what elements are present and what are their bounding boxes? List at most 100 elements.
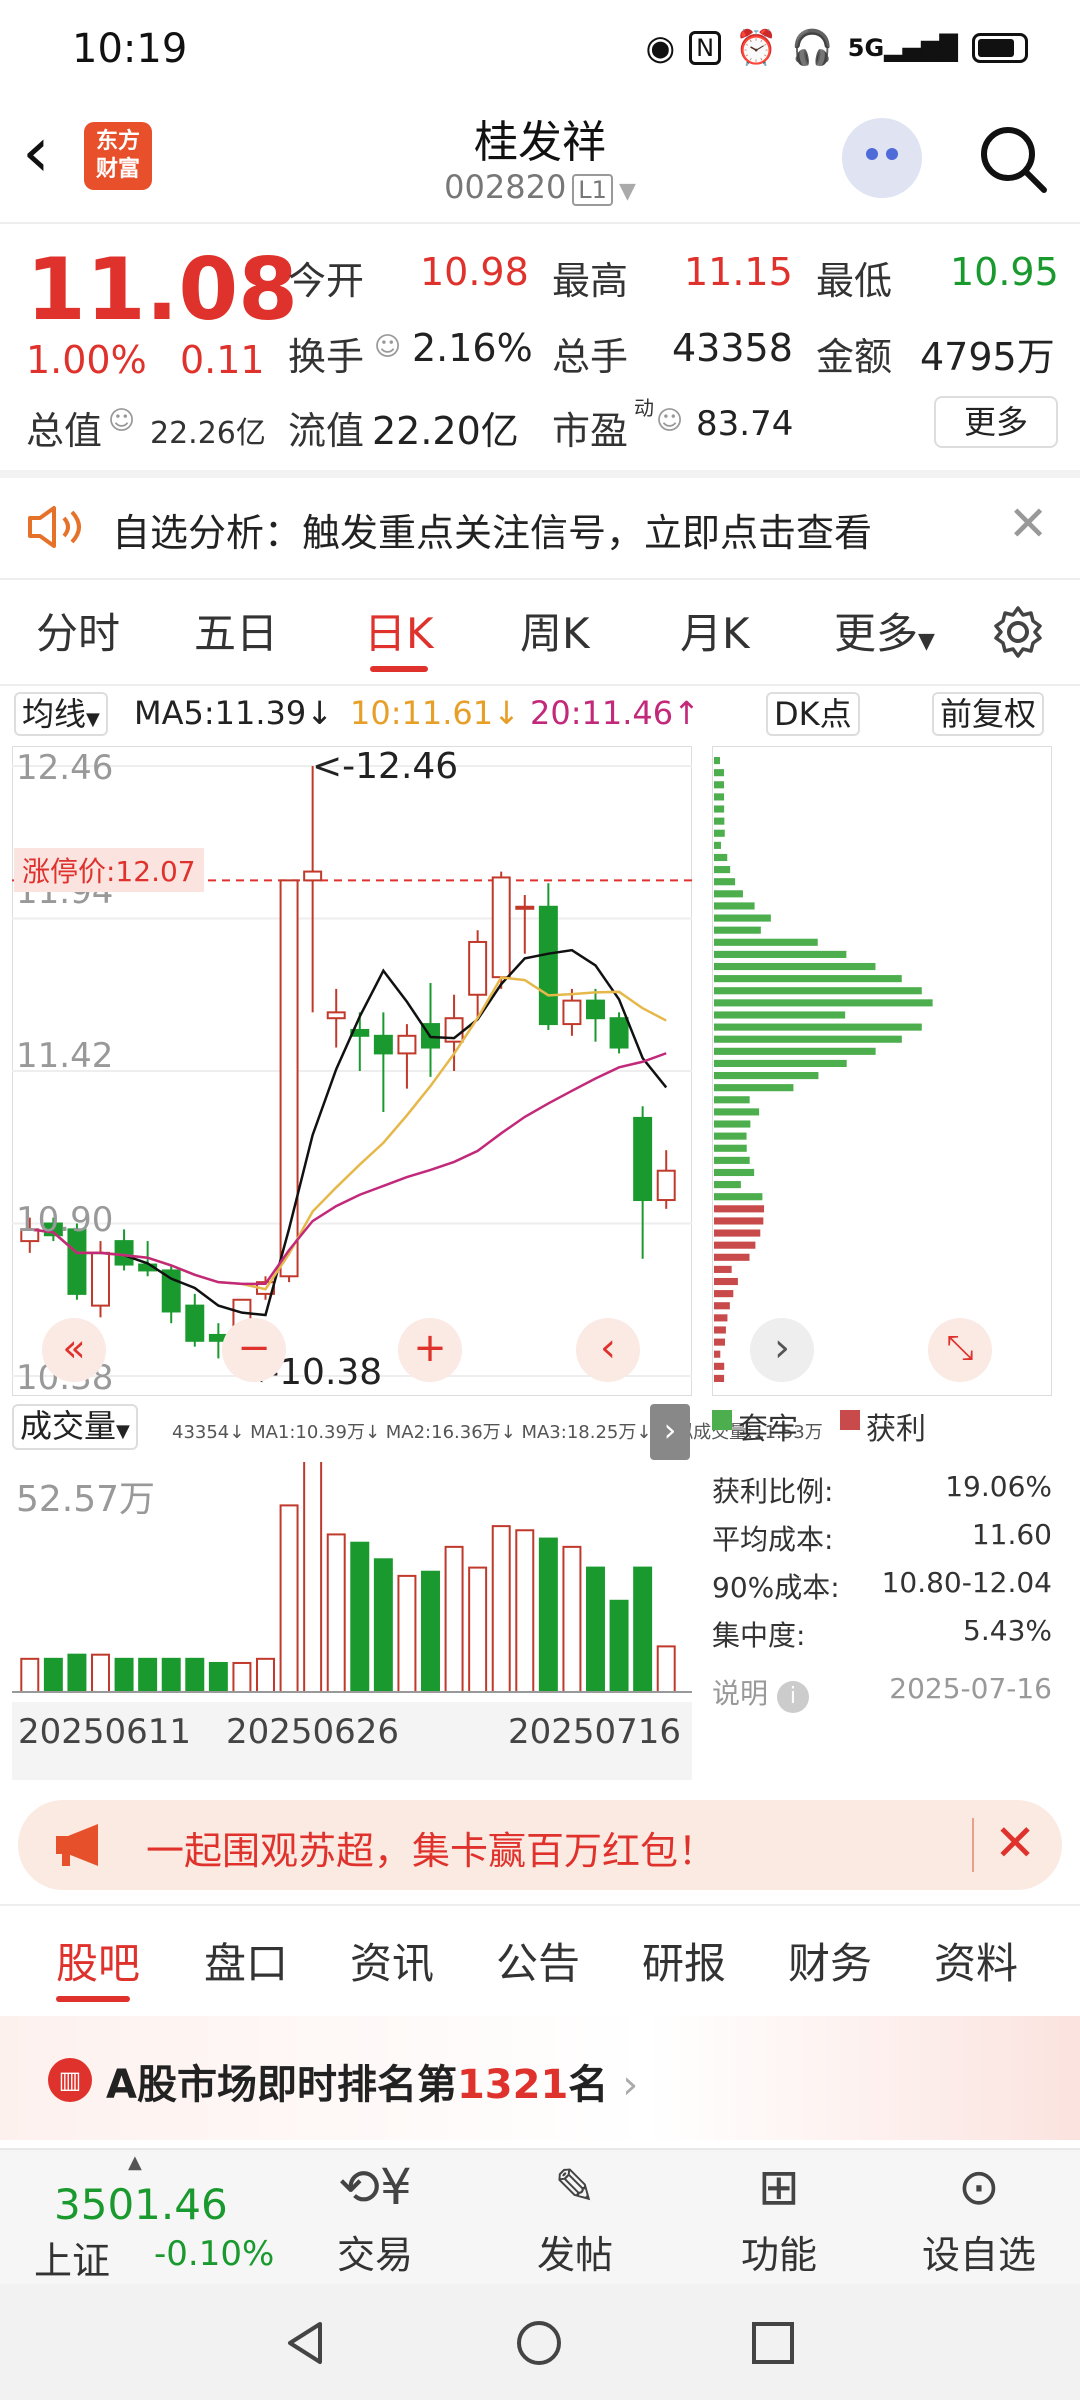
- candle-body: [609, 1017, 629, 1049]
- candle-body: [633, 1116, 653, 1202]
- float-value: 22.20亿: [372, 409, 519, 453]
- candlestick-chart[interactable]: [12, 746, 692, 1396]
- ma-selector[interactable]: 均线▼: [14, 692, 108, 736]
- volume-bar: [256, 1657, 275, 1693]
- note-label: 说明: [712, 1677, 769, 1710]
- trapped-legend-swatch: [712, 1410, 732, 1430]
- grid-icon: ⊞: [758, 2158, 800, 2216]
- chip-bar-trapped: [714, 902, 755, 910]
- volume-bar: [491, 1525, 511, 1693]
- tab-pankou[interactable]: 盘口: [204, 1930, 288, 1991]
- tab-guba[interactable]: 股吧: [56, 1930, 140, 1991]
- volume-bar: [20, 1657, 40, 1693]
- chip-bar-trapped: [714, 987, 922, 995]
- expand-arrow-icon[interactable]: ›: [650, 1404, 690, 1460]
- low-label: 最低: [816, 259, 893, 303]
- volume-selector[interactable]: 成交量▼: [12, 1404, 138, 1450]
- profit-ratio-row: 获利比例: 19.06%: [712, 1470, 1052, 1510]
- volume-bar: [468, 1566, 488, 1693]
- dk-point-button[interactable]: DK点: [766, 692, 860, 736]
- info-icon[interactable]: ☺: [374, 332, 401, 362]
- close-icon[interactable]: ✕: [994, 1814, 1036, 1872]
- date-label-1: 20250611: [18, 1712, 192, 1752]
- profit-ratio-label: 获利比例:: [712, 1475, 834, 1508]
- tab-finance[interactable]: 财务: [788, 1930, 872, 1991]
- chevron-down-icon: ▼: [116, 1421, 130, 1442]
- back-triangle-icon[interactable]: [280, 2318, 330, 2368]
- chip-bar-trapped: [714, 829, 725, 837]
- bottom-bar: ▲ 3501.46 上证 -0.10% ⟲¥ 交易 ✎ 发帖 ⊞ 功能 ⊙ 设自…: [0, 2148, 1080, 2284]
- more-button[interactable]: 更多: [934, 396, 1058, 448]
- market-rank-row[interactable]: ▥ A股市场即时排名第1321名 ›: [0, 2016, 1080, 2140]
- promo-banner[interactable]: 一起围观苏超，集卡赢百万红包！ ✕: [18, 1800, 1062, 1890]
- tab-daily-k[interactable]: 日K: [364, 600, 434, 661]
- tab-news[interactable]: 资讯: [350, 1930, 434, 1991]
- system-nav-bar: [0, 2284, 1080, 2400]
- chart-rank-icon: ▥: [48, 2058, 92, 2102]
- adjust-button[interactable]: 前复权: [932, 692, 1045, 736]
- chip-bar-trapped: [714, 1096, 750, 1104]
- low-value: 10.95: [950, 250, 1059, 294]
- tab-intraday[interactable]: 分时: [36, 600, 120, 661]
- recents-square-icon[interactable]: [748, 2318, 798, 2368]
- search-icon[interactable]: [978, 124, 1048, 194]
- tab-profile[interactable]: 资料: [934, 1930, 1018, 1991]
- amount-value: 4795万: [920, 335, 1055, 379]
- zoom-in-button[interactable]: +: [398, 1318, 462, 1382]
- rewind-button[interactable]: «: [42, 1318, 106, 1382]
- edit-icon: ✎: [554, 2158, 596, 2216]
- info-icon[interactable]: ☺: [108, 406, 135, 436]
- mktcap-value: 22.26亿: [150, 416, 266, 451]
- fullscreen-icon[interactable]: ⤡: [928, 1318, 992, 1382]
- tab-announcements[interactable]: 公告: [496, 1930, 580, 1991]
- turnover-label: 换手: [288, 335, 365, 379]
- volume-bar: [67, 1653, 87, 1693]
- volume-bar: [373, 1558, 393, 1694]
- chip-bar-profit: [714, 1241, 756, 1249]
- volume-bar: [444, 1545, 464, 1693]
- status-bar: 10:19 ◉ N ⏰ 🎧 5G▂▄▆█: [0, 0, 1080, 100]
- volume-selector-label: 成交量: [20, 1407, 117, 1445]
- info-tabs: 股吧 盘口 资讯 公告 研报 财务 资料: [0, 1906, 1080, 2010]
- date-label-2: 20250626: [226, 1712, 400, 1752]
- chip-bar-trapped: [714, 853, 728, 862]
- candle-body: [656, 1169, 676, 1202]
- chart-tabs: 分时 五日 日K 周K 月K 更多▼: [0, 582, 1080, 682]
- chip-bar-trapped: [714, 805, 725, 813]
- candle-body: [468, 940, 488, 996]
- add-watchlist-button[interactable]: 设自选: [904, 2224, 1054, 2279]
- post-button[interactable]: 发帖: [500, 2224, 650, 2279]
- volume-bar: [279, 1504, 299, 1694]
- volume-bar: [421, 1570, 440, 1693]
- volume-bar: [350, 1541, 370, 1693]
- index-name: 上证: [34, 2239, 111, 2283]
- chip-bar-trapped: [714, 938, 818, 946]
- step-right-button[interactable]: ›: [750, 1318, 814, 1382]
- home-circle-icon[interactable]: [514, 2318, 564, 2368]
- zoom-out-button[interactable]: −: [222, 1318, 286, 1382]
- note-row[interactable]: 说明 i 2025-07-16: [712, 1672, 1052, 1713]
- tab-monthly-k[interactable]: 月K: [680, 600, 750, 661]
- cost90-value: 10.80-12.04: [881, 1566, 1052, 1599]
- chip-bar-trapped: [714, 1059, 847, 1067]
- function-button[interactable]: 功能: [704, 2224, 854, 2279]
- nfc-icon: N: [689, 31, 722, 65]
- index-value[interactable]: 3501.46: [54, 2180, 228, 2229]
- trade-button[interactable]: 交易: [300, 2224, 450, 2279]
- tab-weekly-k[interactable]: 周K: [520, 600, 590, 661]
- assistant-robot-icon[interactable]: [842, 118, 922, 198]
- tab-more[interactable]: 更多▼: [834, 600, 935, 661]
- info-icon[interactable]: ☺: [656, 406, 683, 436]
- chip-bar-profit: [714, 1302, 730, 1310]
- step-left-button[interactable]: ‹: [576, 1318, 640, 1382]
- chip-bar-trapped: [714, 962, 876, 971]
- volume-bar: [656, 1645, 676, 1693]
- chevron-down-icon: ▼: [86, 709, 100, 730]
- y-axis-top: 12.46: [16, 748, 114, 788]
- tab-5day[interactable]: 五日: [194, 600, 278, 661]
- analysis-banner[interactable]: 自选分析：触发重点关注信号，立即点击查看 ✕: [0, 474, 1080, 578]
- tab-research[interactable]: 研报: [642, 1930, 726, 1991]
- close-icon[interactable]: ✕: [1008, 496, 1048, 552]
- chip-distribution-chart[interactable]: [712, 746, 1052, 1396]
- gear-icon[interactable]: [990, 604, 1046, 660]
